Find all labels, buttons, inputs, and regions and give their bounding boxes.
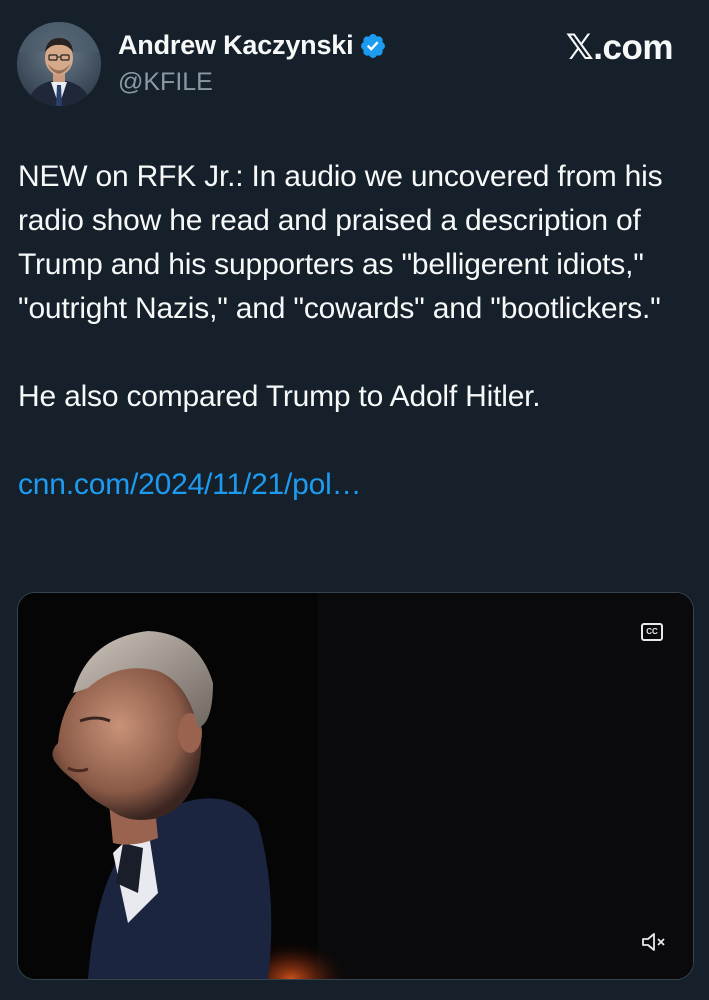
tweet-paragraph: NEW on RFK Jr.: In audio we uncovered fr… [18, 160, 663, 325]
author-name[interactable]: Andrew Kaczynski [118, 30, 354, 61]
tweet-link[interactable]: cnn.com/2024/11/21/pol… [18, 463, 688, 507]
tweet-card: Andrew Kaczynski @KFILE 𝕏.com NEW on RFK… [0, 0, 709, 1000]
author-handle[interactable]: @KFILE [118, 68, 213, 97]
video-player[interactable]: CC [17, 592, 694, 980]
author-avatar[interactable] [17, 22, 101, 106]
closed-captions-button[interactable]: CC [641, 623, 663, 641]
verified-badge-icon [359, 32, 387, 60]
volume-muted-icon[interactable] [641, 931, 667, 953]
tweet-paragraph: He also compared Trump to Adolf Hitler. [18, 380, 541, 413]
x-brand-logo[interactable]: 𝕏.com [566, 28, 674, 68]
avatar-image [17, 22, 101, 106]
tweet-text: NEW on RFK Jr.: In audio we uncovered fr… [18, 155, 688, 507]
video-frame [18, 593, 693, 979]
author-name-row: Andrew Kaczynski [118, 30, 387, 61]
